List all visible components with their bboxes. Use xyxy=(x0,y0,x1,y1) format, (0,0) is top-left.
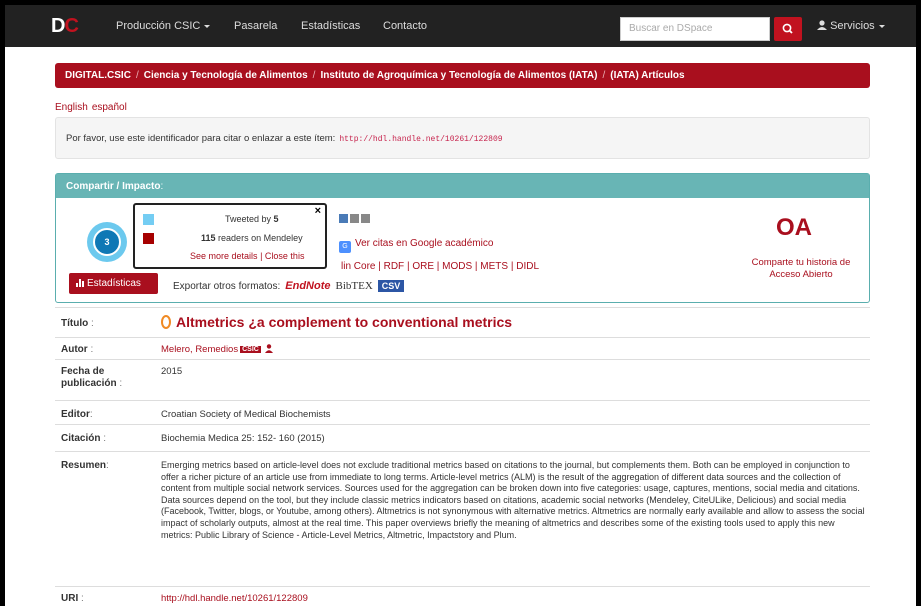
handle-url[interactable]: http://hdl.handle.net/10261/122809 xyxy=(339,135,502,144)
metadata-row-author: Autor : Melero, Remedios CSIC xyxy=(55,337,870,359)
share-icons xyxy=(339,214,372,226)
close-icon[interactable]: × xyxy=(315,205,321,217)
share-icon[interactable] xyxy=(339,214,348,223)
author-link[interactable]: Melero, Remedios xyxy=(161,344,238,355)
open-access-lock-icon xyxy=(161,315,171,329)
abstract-text: Emerging metrics based on article-level … xyxy=(161,460,865,540)
statistics-button[interactable]: Estadísticas xyxy=(69,273,158,294)
metadata-row-title: Título : Altmetrics ¿a complement to con… xyxy=(55,307,870,337)
nav-contacto[interactable]: Contacto xyxy=(383,20,427,33)
search-icon xyxy=(782,23,793,34)
metadata-row-publisher: Editor: Croatian Society of Medical Bioc… xyxy=(55,400,870,424)
language-switcher: English español xyxy=(55,102,131,113)
bar-chart-icon xyxy=(76,279,85,287)
csic-badge[interactable]: CSIC xyxy=(240,346,261,353)
nav-estadisticas[interactable]: Estadísticas xyxy=(301,20,360,33)
export-formats: Exportar otros formatos: EndNote BibTEX CSV xyxy=(173,280,405,292)
chevron-down-icon xyxy=(204,24,211,28)
csv-export[interactable]: CSV xyxy=(377,280,405,292)
nav-pasarela[interactable]: Pasarela xyxy=(234,20,277,33)
page: DC Producción CSIC Pasarela Estadísticas… xyxy=(5,5,916,606)
top-navbar: DC Producción CSIC Pasarela Estadísticas… xyxy=(5,5,916,47)
handle-notice: Por favor, use este identificador para c… xyxy=(55,117,870,159)
services-menu[interactable]: Servicios xyxy=(817,20,885,32)
tooltip-links: See more details | Close this xyxy=(190,251,305,261)
tweeted-by-text: Tweeted by 5 xyxy=(225,214,279,224)
breadcrumb: DIGITAL.CSIC / Ciencia y Tecnología de Ali… xyxy=(55,63,870,88)
search-input[interactable]: Buscar en DSpace xyxy=(620,17,770,41)
google-scholar-icon: G xyxy=(339,241,351,253)
breadcrumb-item[interactable]: Ciencia y Tecnología de Alimentos xyxy=(144,70,308,81)
metadata-row-uri: URI : http://hdl.handle.net/10261/122809 xyxy=(55,586,870,606)
uri-link[interactable]: http://hdl.handle.net/10261/122809 xyxy=(161,593,308,604)
item-title: Altmetrics ¿a complement to conventional… xyxy=(161,314,512,330)
altmetric-score: 3 xyxy=(93,228,121,256)
see-more-details-link[interactable]: See more details xyxy=(190,251,258,261)
user-icon[interactable] xyxy=(265,344,274,353)
mendeley-color-swatch xyxy=(143,233,154,244)
mendeley-readers-text: 115 readers on Mendeley xyxy=(201,233,303,243)
user-icon xyxy=(817,20,827,30)
panel-heading: Compartir / Impacto: xyxy=(56,174,869,198)
email-icon[interactable] xyxy=(361,214,370,223)
close-this-link[interactable]: Close this xyxy=(265,251,305,261)
chevron-down-icon xyxy=(878,24,885,28)
breadcrumb-item[interactable]: Instituto de Agroquímica y Tecnología de… xyxy=(320,70,597,81)
open-access-logo[interactable]: OA xyxy=(776,214,812,242)
google-scholar-link[interactable]: G Ver citas en Google académico xyxy=(339,238,493,253)
metadata-formats-links[interactable]: lin Core | RDF | ORE | MODS | METS | DID… xyxy=(341,261,539,272)
metadata-row-date: Fecha de publicación : 2015 xyxy=(55,359,870,400)
breadcrumb-item[interactable]: DIGITAL.CSIC xyxy=(65,70,131,81)
breadcrumb-item[interactable]: (IATA) Artículos xyxy=(610,70,684,81)
bibtex-export[interactable]: BibTEX xyxy=(336,280,373,292)
metadata-row-abstract: Resumen: Emerging metrics based on artic… xyxy=(55,451,870,586)
open-access-link[interactable]: Comparte tu historia de Acceso Abierto xyxy=(746,257,856,281)
share-icon[interactable] xyxy=(350,214,359,223)
metadata-row-citation: Citación : Biochemia Medica 25: 152- 160… xyxy=(55,424,870,451)
search-button[interactable] xyxy=(774,17,802,41)
digital-csic-logo[interactable]: DC xyxy=(51,15,79,37)
lang-espanol[interactable]: español xyxy=(92,102,127,113)
endnote-export[interactable]: EndNote xyxy=(285,280,330,292)
nav-produccion-csic[interactable]: Producción CSIC xyxy=(116,20,211,33)
altmetric-tooltip: × Tweeted by 5 115 readers on Mendeley S… xyxy=(133,203,327,269)
twitter-color-swatch xyxy=(143,214,154,225)
lang-english[interactable]: English xyxy=(55,102,88,113)
altmetric-donut[interactable]: 3 xyxy=(87,222,127,262)
